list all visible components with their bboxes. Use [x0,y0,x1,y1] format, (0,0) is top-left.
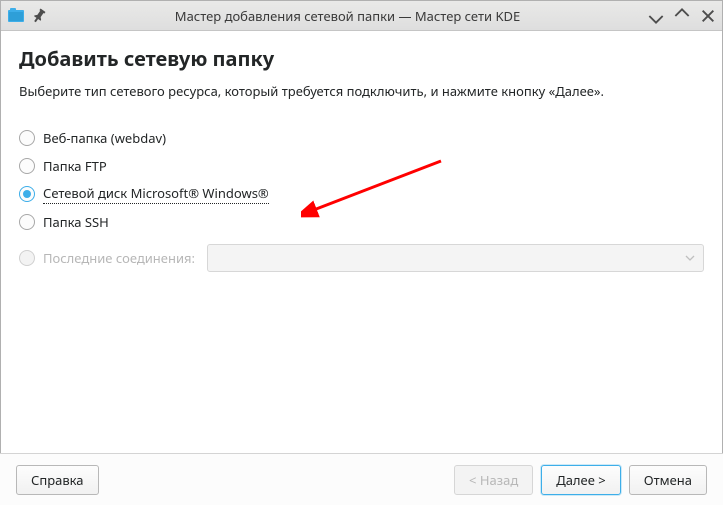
cancel-button[interactable]: Отмена [629,465,707,495]
next-button[interactable]: Далее > [541,465,620,495]
radio-icon [19,250,35,266]
wizard-footer: Справка < Назад Далее > Отмена [0,453,723,505]
page-title: Добавить сетевую папку [19,45,704,72]
app-icon [7,7,25,25]
titlebar: Мастер добавления сетевой папки — Мастер… [1,1,722,31]
close-button[interactable] [700,8,716,24]
recent-connections-combo [207,244,704,272]
radio-label: Веб-папка (webdav) [43,129,166,147]
wizard-content: Добавить сетевую папку Выберите тип сете… [1,31,722,452]
page-description: Выберите тип сетевого ресурса, который т… [19,82,704,100]
radio-label: Последние соединения: [43,249,195,267]
radio-icon [19,214,35,230]
pin-icon[interactable] [31,8,47,24]
radio-ftp[interactable]: Папка FTP [19,152,704,180]
window-controls [648,8,716,24]
radio-webdav[interactable]: Веб-папка (webdav) [19,124,704,152]
network-type-group: Веб-папка (webdav) Папка FTP Сетевой дис… [19,124,704,274]
chevron-down-icon [685,253,695,263]
maximize-button[interactable] [674,8,690,24]
help-button[interactable]: Справка [16,465,99,495]
radio-icon [19,130,35,146]
radio-ssh[interactable]: Папка SSH [19,208,704,236]
radio-recent: Последние соединения: [19,242,704,274]
radio-label: Папка FTP [43,157,107,175]
radio-icon [19,186,35,202]
back-button: < Назад [454,465,533,495]
radio-icon [19,158,35,174]
window-title: Мастер добавления сетевой папки — Мастер… [53,7,642,25]
minimize-button[interactable] [648,8,664,24]
radio-label: Папка SSH [43,213,109,231]
radio-windows[interactable]: Сетевой диск Microsoft® Windows® [19,180,704,208]
radio-label: Сетевой диск Microsoft® Windows® [43,184,269,204]
